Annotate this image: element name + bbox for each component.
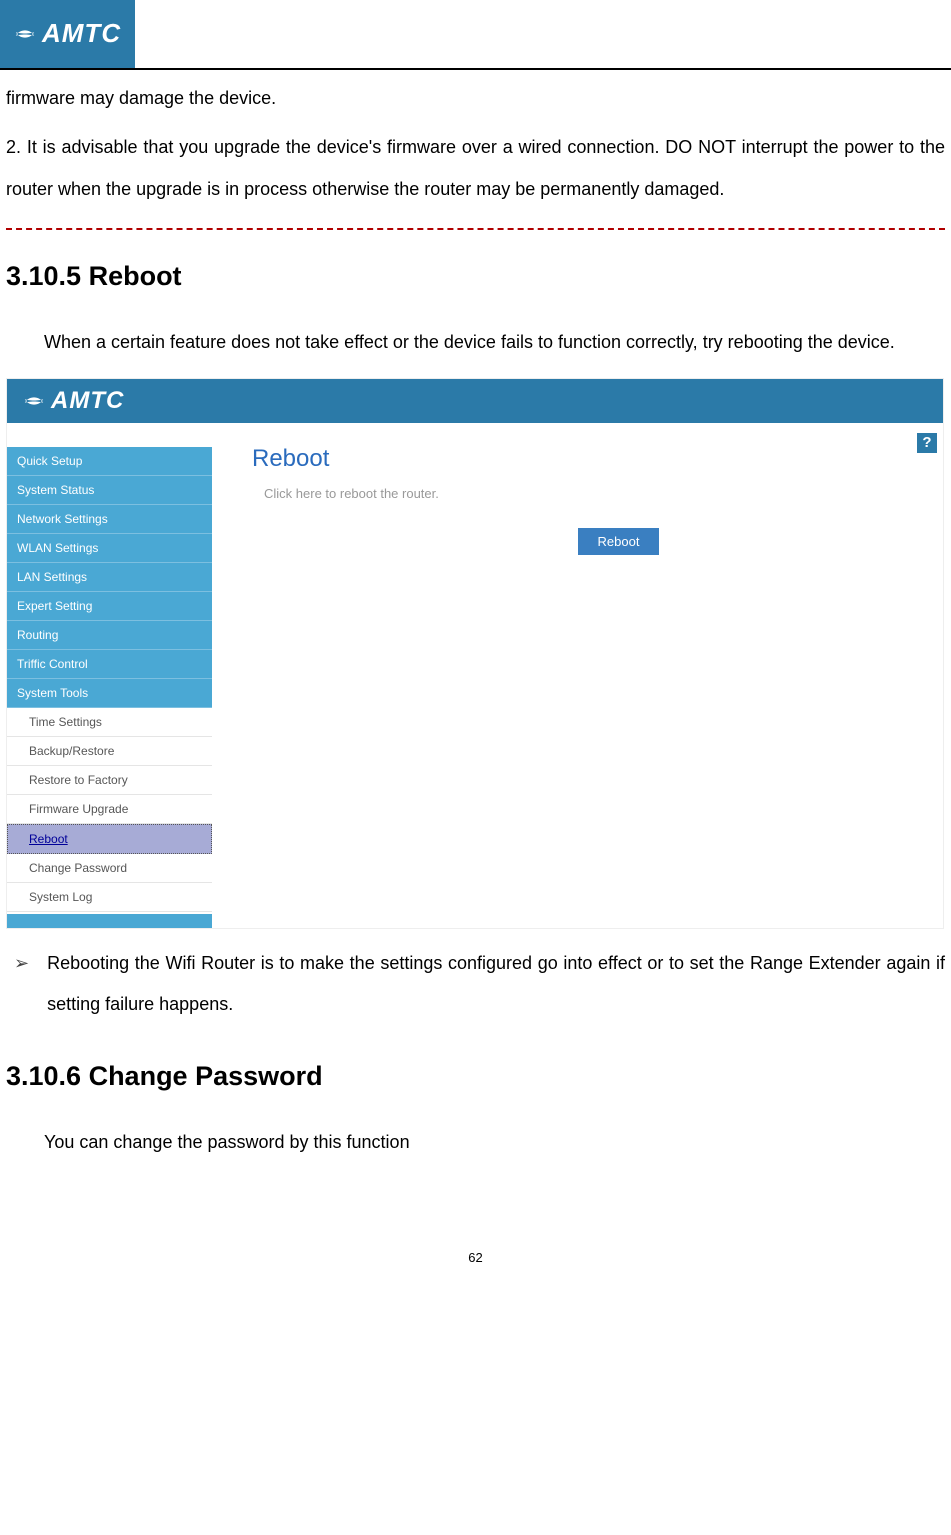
content-subtitle: Click here to reboot the router. xyxy=(264,487,925,500)
sidebar: Quick Setup System Status Network Settin… xyxy=(7,423,212,928)
sidebar-sub-time-settings[interactable]: Time Settings xyxy=(7,708,212,737)
section-heading-change-password: 3.10.6 Change Password xyxy=(6,1060,945,1092)
sidebar-item-wlan-settings[interactable]: WLAN Settings xyxy=(7,534,212,563)
sidebar-tail xyxy=(7,914,212,928)
section-password-body: You can change the password by this func… xyxy=(6,1122,945,1163)
bullet-item: ➢ Rebooting the Wifi Router is to make t… xyxy=(6,943,945,1026)
intro-paragraph-2: 2. It is advisable that you upgrade the … xyxy=(6,127,945,210)
bullet-text: Rebooting the Wifi Router is to make the… xyxy=(47,943,945,1026)
router-ui-screenshot: AMTC Quick Setup System Status Network S… xyxy=(6,378,944,929)
bullet-marker-icon: ➢ xyxy=(6,943,29,1026)
sidebar-item-expert-setting[interactable]: Expert Setting xyxy=(7,592,212,621)
help-icon[interactable]: ? xyxy=(917,433,937,453)
intro-paragraph-1: firmware may damage the device. xyxy=(6,78,945,119)
red-dashed-divider xyxy=(6,228,945,230)
doc-brand-logo: AMTC xyxy=(0,0,135,68)
doc-brand-text: AMTC xyxy=(42,4,121,64)
sidebar-sub-restore-factory[interactable]: Restore to Factory xyxy=(7,766,212,795)
page-number: 62 xyxy=(6,1243,945,1273)
router-ui-header: AMTC xyxy=(7,379,943,423)
sidebar-item-routing[interactable]: Routing xyxy=(7,621,212,650)
help-symbol: ? xyxy=(922,435,931,450)
sidebar-sub-firmware-upgrade[interactable]: Firmware Upgrade xyxy=(7,795,212,824)
router-content: ? Reboot Click here to reboot the router… xyxy=(212,423,943,928)
top-rule xyxy=(0,68,951,70)
sidebar-sub-backup-restore[interactable]: Backup/Restore xyxy=(7,737,212,766)
content-title: Reboot xyxy=(252,447,925,471)
sidebar-item-triffic-control[interactable]: Triffic Control xyxy=(7,650,212,679)
sidebar-sub-reboot[interactable]: Reboot xyxy=(7,824,212,854)
sidebar-item-network-settings[interactable]: Network Settings xyxy=(7,505,212,534)
reboot-button[interactable]: Reboot xyxy=(578,528,660,555)
swoosh-icon xyxy=(14,23,36,45)
sidebar-item-quick-setup[interactable]: Quick Setup xyxy=(7,447,212,476)
sidebar-item-system-status[interactable]: System Status xyxy=(7,476,212,505)
section-heading-reboot: 3.10.5 Reboot xyxy=(6,260,945,292)
swoosh-icon xyxy=(23,390,45,412)
sidebar-item-lan-settings[interactable]: LAN Settings xyxy=(7,563,212,592)
sidebar-sub-system-log[interactable]: System Log xyxy=(7,883,212,912)
sidebar-item-system-tools[interactable]: System Tools xyxy=(7,679,212,708)
section-reboot-body: When a certain feature does not take eff… xyxy=(6,322,945,363)
sidebar-sub-change-password[interactable]: Change Password xyxy=(7,854,212,883)
router-ui-brand: AMTC xyxy=(51,389,124,413)
